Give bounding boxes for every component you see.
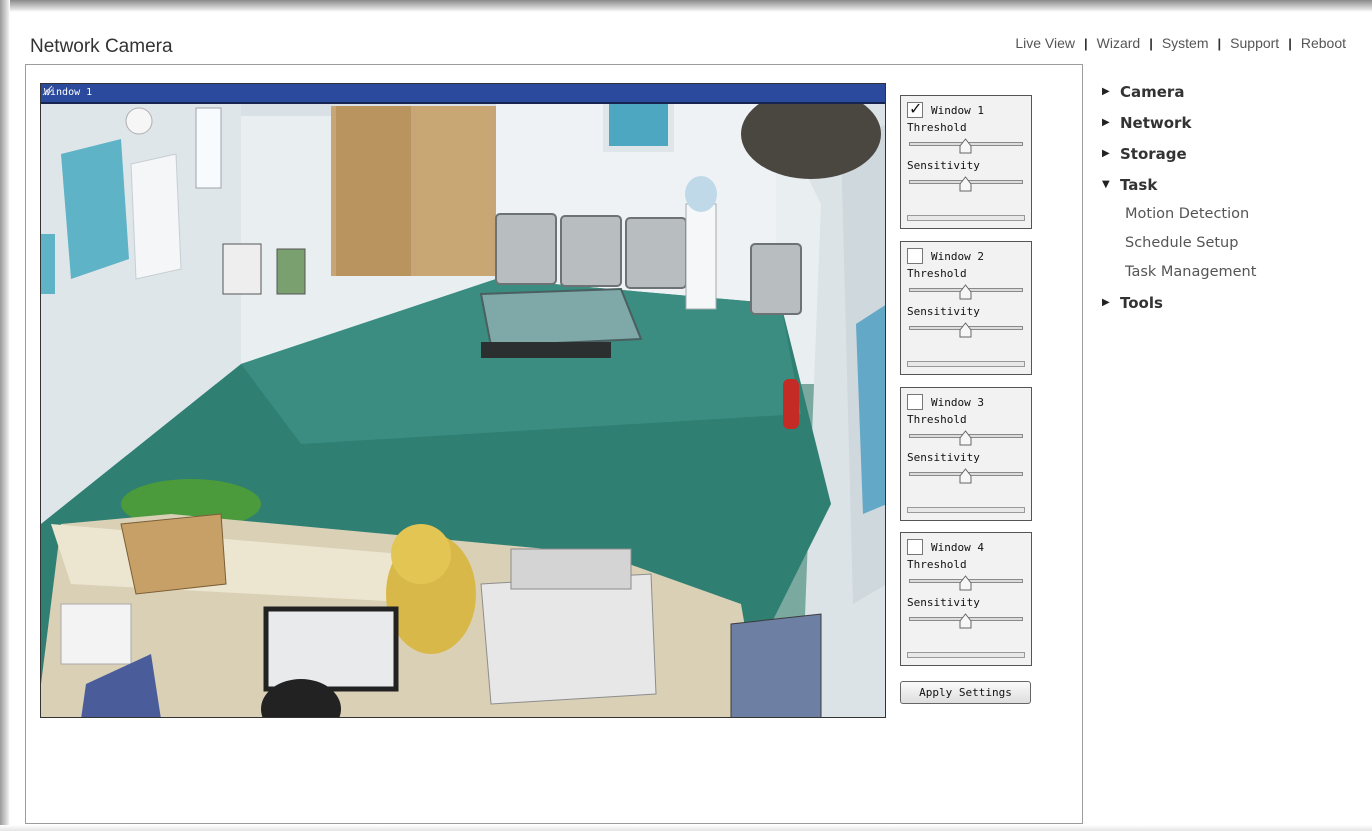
threshold-label: Threshold [907, 558, 967, 571]
window-1-label: Window 1 [931, 103, 984, 117]
nav-system[interactable]: System [1162, 35, 1209, 51]
motion-level-bar [907, 652, 1025, 658]
apply-settings-button[interactable]: Apply Settings [900, 681, 1031, 704]
threshold-label: Threshold [907, 413, 967, 426]
submenu-schedule-setup[interactable]: Schedule Setup [1098, 229, 1358, 258]
menu-item-label: Storage [1120, 144, 1187, 163]
nav-support[interactable]: Support [1230, 35, 1279, 51]
menu-item-label: Tools [1120, 293, 1163, 312]
caret-right-icon: ▶ [1102, 117, 1110, 128]
sensitivity-slider[interactable] [907, 174, 1025, 196]
nav-wizard[interactable]: Wizard [1097, 35, 1141, 51]
slider-thumb-icon[interactable] [959, 613, 972, 629]
window-2-checkbox[interactable] [907, 248, 923, 264]
caret-right-icon: ▶ [1102, 86, 1110, 97]
top-navigation: Live View | Wizard | System | Support | … [1015, 35, 1346, 51]
motion-window-4-panel: Window 4 Threshold Sensitivity [900, 532, 1032, 666]
slider-thumb-icon[interactable] [959, 575, 972, 591]
nav-separator: | [1083, 35, 1088, 51]
nav-live-view[interactable]: Live View [1015, 35, 1075, 51]
window-frame-left [0, 0, 10, 831]
slider-thumb-icon[interactable] [959, 176, 972, 192]
slider-thumb-icon[interactable] [959, 284, 972, 300]
menu-item-task[interactable]: ▼ Task [1098, 169, 1358, 200]
nav-separator: | [1217, 35, 1222, 51]
motion-window-2-panel: Window 2 Threshold Sensitivity [900, 241, 1032, 375]
motion-level-bar [907, 507, 1025, 513]
sensitivity-slider[interactable] [907, 466, 1025, 488]
window-3-checkbox[interactable] [907, 394, 923, 410]
menu-item-label: Network [1120, 113, 1192, 132]
caret-down-icon: ▼ [1102, 179, 1110, 190]
threshold-slider[interactable] [907, 428, 1025, 450]
slider-thumb-icon[interactable] [959, 322, 972, 338]
slider-thumb-icon[interactable] [959, 430, 972, 446]
window-3-label: Window 3 [931, 395, 984, 409]
menu-item-label: Task [1120, 175, 1158, 194]
sensitivity-slider[interactable] [907, 320, 1025, 342]
sensitivity-label: Sensitivity [907, 305, 980, 318]
nav-reboot[interactable]: Reboot [1301, 35, 1346, 51]
menu-item-tools[interactable]: ▶ Tools [1098, 287, 1358, 318]
menu-item-network[interactable]: ▶ Network [1098, 107, 1358, 138]
window-4-label: Window 4 [931, 540, 984, 554]
sensitivity-label: Sensitivity [907, 596, 980, 609]
threshold-slider[interactable] [907, 282, 1025, 304]
sensitivity-label: Sensitivity [907, 451, 980, 464]
slider-thumb-icon[interactable] [959, 468, 972, 484]
slider-thumb-icon[interactable] [959, 138, 972, 154]
menu-item-storage[interactable]: ▶ Storage [1098, 138, 1358, 169]
motion-level-bar [907, 215, 1025, 221]
motion-level-bar [907, 361, 1025, 367]
sensitivity-label: Sensitivity [907, 159, 980, 172]
camera-view[interactable]: Window 1 [40, 83, 886, 718]
motion-window-3-panel: Window 3 Threshold Sensitivity [900, 387, 1032, 521]
threshold-slider[interactable] [907, 573, 1025, 595]
window-overlay-label[interactable]: Window 1 [41, 84, 885, 104]
submenu-motion-detection[interactable]: Motion Detection [1098, 200, 1358, 229]
resize-grip-icon[interactable] [41, 84, 53, 96]
window-1-checkbox[interactable] [907, 99, 923, 118]
nav-separator: | [1149, 35, 1153, 51]
window-frame-top [0, 0, 1372, 12]
motion-window-1-panel: Window 1 Threshold Sensitivity [900, 95, 1032, 229]
window-2-label: Window 2 [931, 249, 984, 263]
camera-scene-image [41, 84, 885, 717]
side-menu: ▶ Camera ▶ Network ▶ Storage ▼ Task Moti… [1098, 76, 1358, 318]
sensitivity-slider[interactable] [907, 611, 1025, 633]
window-4-checkbox[interactable] [907, 539, 923, 555]
window-frame-bottom [0, 825, 1372, 831]
menu-item-label: Camera [1120, 82, 1185, 101]
threshold-label: Threshold [907, 267, 967, 280]
submenu-task-management[interactable]: Task Management [1098, 258, 1358, 287]
menu-item-camera[interactable]: ▶ Camera [1098, 76, 1358, 107]
nav-separator: | [1288, 35, 1292, 51]
app-title: Network Camera [30, 36, 173, 57]
threshold-slider[interactable] [907, 136, 1025, 158]
caret-right-icon: ▶ [1102, 148, 1110, 159]
caret-right-icon: ▶ [1102, 297, 1110, 308]
threshold-label: Threshold [907, 121, 967, 134]
